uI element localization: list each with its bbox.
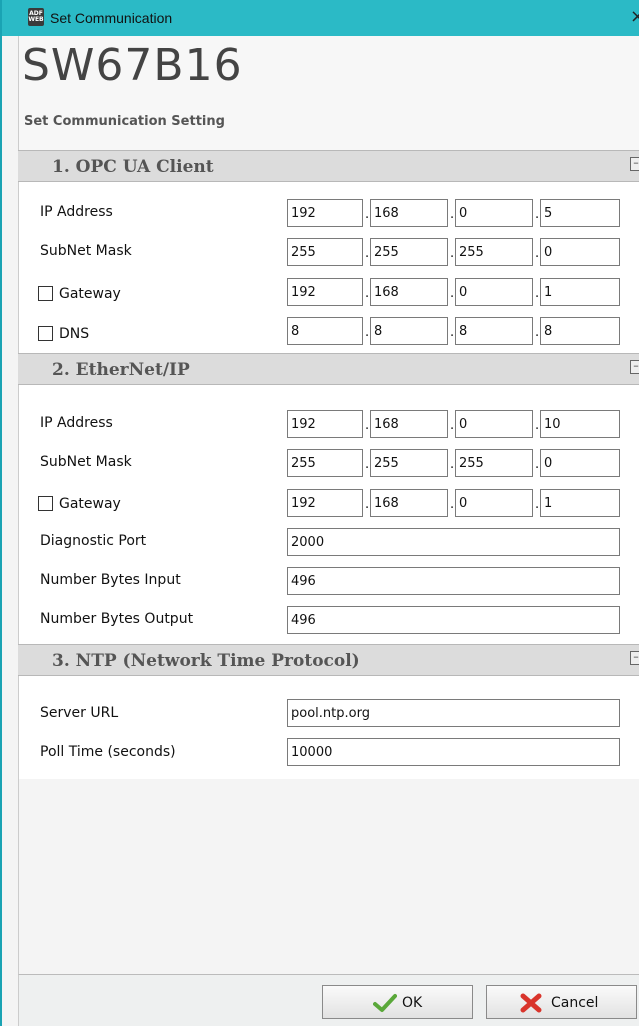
title-bar[interactable]: ADF WEB Set Communication × [2,0,639,36]
eip-mask-label: SubNet Mask [40,454,132,470]
eip-ip-octet-1[interactable]: 192 [287,410,363,438]
opc-gateway-octet-1[interactable]: 192 [287,278,363,306]
section-header-ethernet-ip[interactable]: 2. EtherNet/IP – [18,353,639,385]
bytes-output-label: Number Bytes Output [40,611,194,627]
close-icon[interactable]: × [630,6,639,27]
eip-mask-octet-1[interactable]: 255 [287,449,363,477]
opc-mask-octet-1[interactable]: 255 [287,238,363,266]
octet-separator: . [535,497,540,512]
eip-ip-octet-4[interactable]: 10 [540,410,620,438]
section-title: 3. NTP (Network Time Protocol) [52,651,360,671]
eip-gateway-octet-3[interactable]: 0 [455,489,533,517]
poll-time-input[interactable]: 10000 [287,738,620,766]
diagnostic-port-input[interactable]: 2000 [287,528,620,556]
eip-ip-octet-2[interactable]: 168 [370,410,448,438]
octet-separator: . [535,325,540,340]
eip-ip-octet-3[interactable]: 0 [455,410,533,438]
cancel-button[interactable]: Cancel [486,985,637,1019]
eip-gateway-label: Gateway [59,496,121,512]
opc-mask-label: SubNet Mask [40,243,132,259]
bytes-output-field[interactable]: 496 [287,606,620,634]
opc-gateway-octet-2[interactable]: 168 [370,278,448,306]
opc-mask-octet-3[interactable]: 255 [455,238,533,266]
octet-separator: . [450,207,455,222]
ok-label: OK [402,995,423,1011]
section-header-opc-ua[interactable]: 1. OPC UA Client – [18,150,639,182]
bytes-input-field[interactable]: 496 [287,567,620,595]
opc-dns-label: DNS [59,326,90,342]
eip-mask-octet-4[interactable]: 0 [540,449,620,477]
opc-dns-checkbox[interactable] [38,326,53,341]
octet-separator: . [365,286,370,301]
opc-dns-octet-1[interactable]: 8 [287,317,363,345]
section-title: 1. OPC UA Client [52,157,214,177]
opc-mask-octet-2[interactable]: 255 [370,238,448,266]
cancel-x-icon [520,993,542,1013]
eip-mask-octet-2[interactable]: 255 [370,449,448,477]
opc-ip-label: IP Address [40,204,113,220]
octet-separator: . [365,246,370,261]
opc-dns-octet-2[interactable]: 8 [370,317,448,345]
collapse-icon[interactable]: – [630,651,639,665]
octet-separator: . [535,286,540,301]
octet-separator: . [450,418,455,433]
set-communication-window: ADF WEB Set Communication × SW67B16 Set C… [0,0,639,1026]
octet-separator: . [535,207,540,222]
collapse-icon[interactable]: – [630,360,639,374]
opc-mask-octet-4[interactable]: 0 [540,238,620,266]
empty-area [18,779,639,974]
octet-separator: . [365,418,370,433]
octet-separator: . [450,457,455,472]
octet-separator: . [535,418,540,433]
cancel-label: Cancel [551,995,599,1011]
opc-ip-octet-4[interactable]: 5 [540,199,620,227]
server-url-label: Server URL [40,705,119,721]
ok-button[interactable]: OK [322,985,473,1019]
opc-gateway-octet-3[interactable]: 0 [455,278,533,306]
octet-separator: . [450,325,455,340]
eip-gateway-checkbox[interactable] [38,496,53,511]
opc-ip-octet-1[interactable]: 192 [287,199,363,227]
octet-separator: . [535,457,540,472]
eip-ip-label: IP Address [40,415,113,431]
octet-separator: . [450,497,455,512]
octet-separator: . [450,246,455,261]
octet-separator: . [365,325,370,340]
page-subtitle: Set Communication Setting [24,114,225,129]
section-header-ntp[interactable]: 3. NTP (Network Time Protocol) – [18,644,639,676]
eip-gateway-octet-1[interactable]: 192 [287,489,363,517]
poll-time-label: Poll Time (seconds) [40,744,176,760]
opc-gateway-octet-4[interactable]: 1 [540,278,620,306]
octet-separator: . [365,207,370,222]
device-name: SW67B16 [22,40,243,91]
section-title: 2. EtherNet/IP [52,360,190,380]
opc-dns-octet-3[interactable]: 8 [455,317,533,345]
opc-ip-octet-3[interactable]: 0 [455,199,533,227]
opc-gateway-checkbox[interactable] [38,286,53,301]
check-icon [373,994,397,1012]
opc-ip-octet-2[interactable]: 168 [370,199,448,227]
window-title: Set Communication [50,10,173,26]
eip-gateway-octet-2[interactable]: 168 [370,489,448,517]
server-url-input[interactable]: pool.ntp.org [287,699,620,727]
app-logo-icon: ADF WEB [28,8,44,26]
octet-separator: . [535,246,540,261]
octet-separator: . [365,457,370,472]
bytes-input-label: Number Bytes Input [40,572,181,588]
diagnostic-port-label: Diagnostic Port [40,533,147,549]
opc-gateway-label: Gateway [59,286,121,302]
eip-mask-octet-3[interactable]: 255 [455,449,533,477]
opc-dns-octet-4[interactable]: 8 [540,317,620,345]
eip-gateway-octet-4[interactable]: 1 [540,489,620,517]
octet-separator: . [450,286,455,301]
octet-separator: . [365,497,370,512]
collapse-icon[interactable]: – [630,157,639,171]
